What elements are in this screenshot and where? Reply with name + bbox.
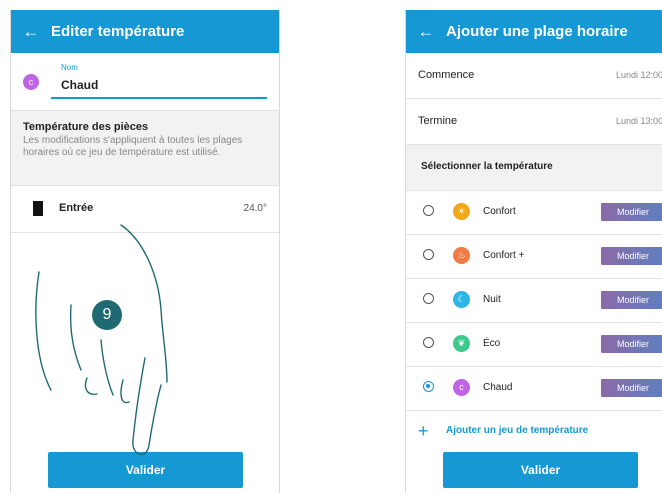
temperature-option[interactable]: ☾ Nuit Modifier — [406, 279, 662, 323]
page-title: Editer température — [51, 23, 185, 40]
end-time-row[interactable]: Termine Lundi 13:00 — [406, 99, 662, 145]
sun-icon: ☀ — [453, 203, 470, 220]
validate-button[interactable]: Valider — [48, 452, 243, 488]
option-label: Confort — [483, 206, 516, 217]
name-field-row: c Nom Chaud — [11, 53, 279, 111]
header-bar: ← Ajouter une plage horaire — [406, 10, 662, 53]
option-label: Éco — [483, 338, 501, 349]
moon-icon: ☾ — [453, 291, 470, 308]
flame-icon: ♨ — [453, 247, 470, 264]
modify-button[interactable]: Modifier — [601, 291, 662, 309]
end-value: Lundi 13:00 — [615, 116, 662, 126]
name-field[interactable]: Chaud — [61, 78, 98, 92]
room-temperature: 24.0° — [243, 203, 267, 214]
section-description: Les modifications s'appliquent à toutes … — [23, 135, 243, 158]
modify-button[interactable]: Modifier — [601, 335, 662, 353]
room-label: Entrée — [59, 202, 94, 214]
avatar-icon: c — [23, 74, 39, 90]
validate-button[interactable]: Valider — [443, 452, 638, 488]
start-label: Commence — [418, 69, 475, 81]
section-title: Température des pièces — [23, 121, 149, 133]
back-arrow-icon[interactable]: ← — [406, 22, 446, 42]
name-field-underline — [51, 97, 267, 99]
end-label: Termine — [418, 115, 458, 127]
name-field-label: Nom — [61, 63, 78, 72]
modify-button[interactable]: Modifier — [601, 379, 662, 397]
temperature-option[interactable]: ☀ Confort Modifier — [406, 191, 662, 235]
option-label: Confort + — [483, 250, 525, 261]
radio-button[interactable] — [423, 293, 434, 304]
option-label: Nuit — [483, 294, 501, 305]
letter-c-icon: c — [453, 379, 470, 396]
radio-button[interactable] — [423, 381, 434, 392]
temperature-option[interactable]: ❦ Éco Modifier — [406, 323, 662, 367]
header-bar: ← Editer température — [11, 10, 279, 53]
temperature-section-header: Sélectionner la température — [406, 145, 662, 191]
plus-icon[interactable]: + — [418, 421, 429, 442]
temperature-option[interactable]: c Chaud Modifier — [406, 367, 662, 411]
page-title: Ajouter une plage horaire — [446, 23, 628, 40]
start-value: Lundi 12:00 — [615, 70, 662, 80]
add-time-slot-screen: ← Ajouter une plage horaire Commence Lun… — [405, 10, 662, 493]
radio-button[interactable] — [423, 205, 434, 216]
rooms-section-header: Température des pièces Les modifications… — [11, 111, 279, 186]
radio-button[interactable] — [423, 337, 434, 348]
temperature-options-list: ☀ Confort Modifier ♨ Confort + Modifier ☾ Nuit M… — [406, 191, 662, 411]
radio-button[interactable] — [423, 249, 434, 260]
room-row[interactable]: Entrée 24.0° — [11, 186, 279, 233]
add-temperature-set-row[interactable]: + Ajouter un jeu de température — [406, 411, 662, 451]
temperature-option[interactable]: ♨ Confort + Modifier — [406, 235, 662, 279]
start-time-row[interactable]: Commence Lundi 12:00 — [406, 53, 662, 99]
door-icon — [33, 201, 43, 216]
step-number-badge: 9 — [92, 300, 122, 330]
option-label: Chaud — [483, 382, 513, 393]
section-title: Sélectionner la température — [421, 161, 553, 172]
leaf-icon: ❦ — [453, 335, 470, 352]
back-arrow-icon[interactable]: ← — [11, 22, 51, 42]
edit-temperature-screen: ← Editer température c Nom Chaud Tempéra… — [10, 10, 280, 493]
modify-button[interactable]: Modifier — [601, 247, 662, 265]
add-temperature-set-link[interactable]: Ajouter un jeu de température — [446, 425, 588, 436]
modify-button[interactable]: Modifier — [601, 203, 662, 221]
